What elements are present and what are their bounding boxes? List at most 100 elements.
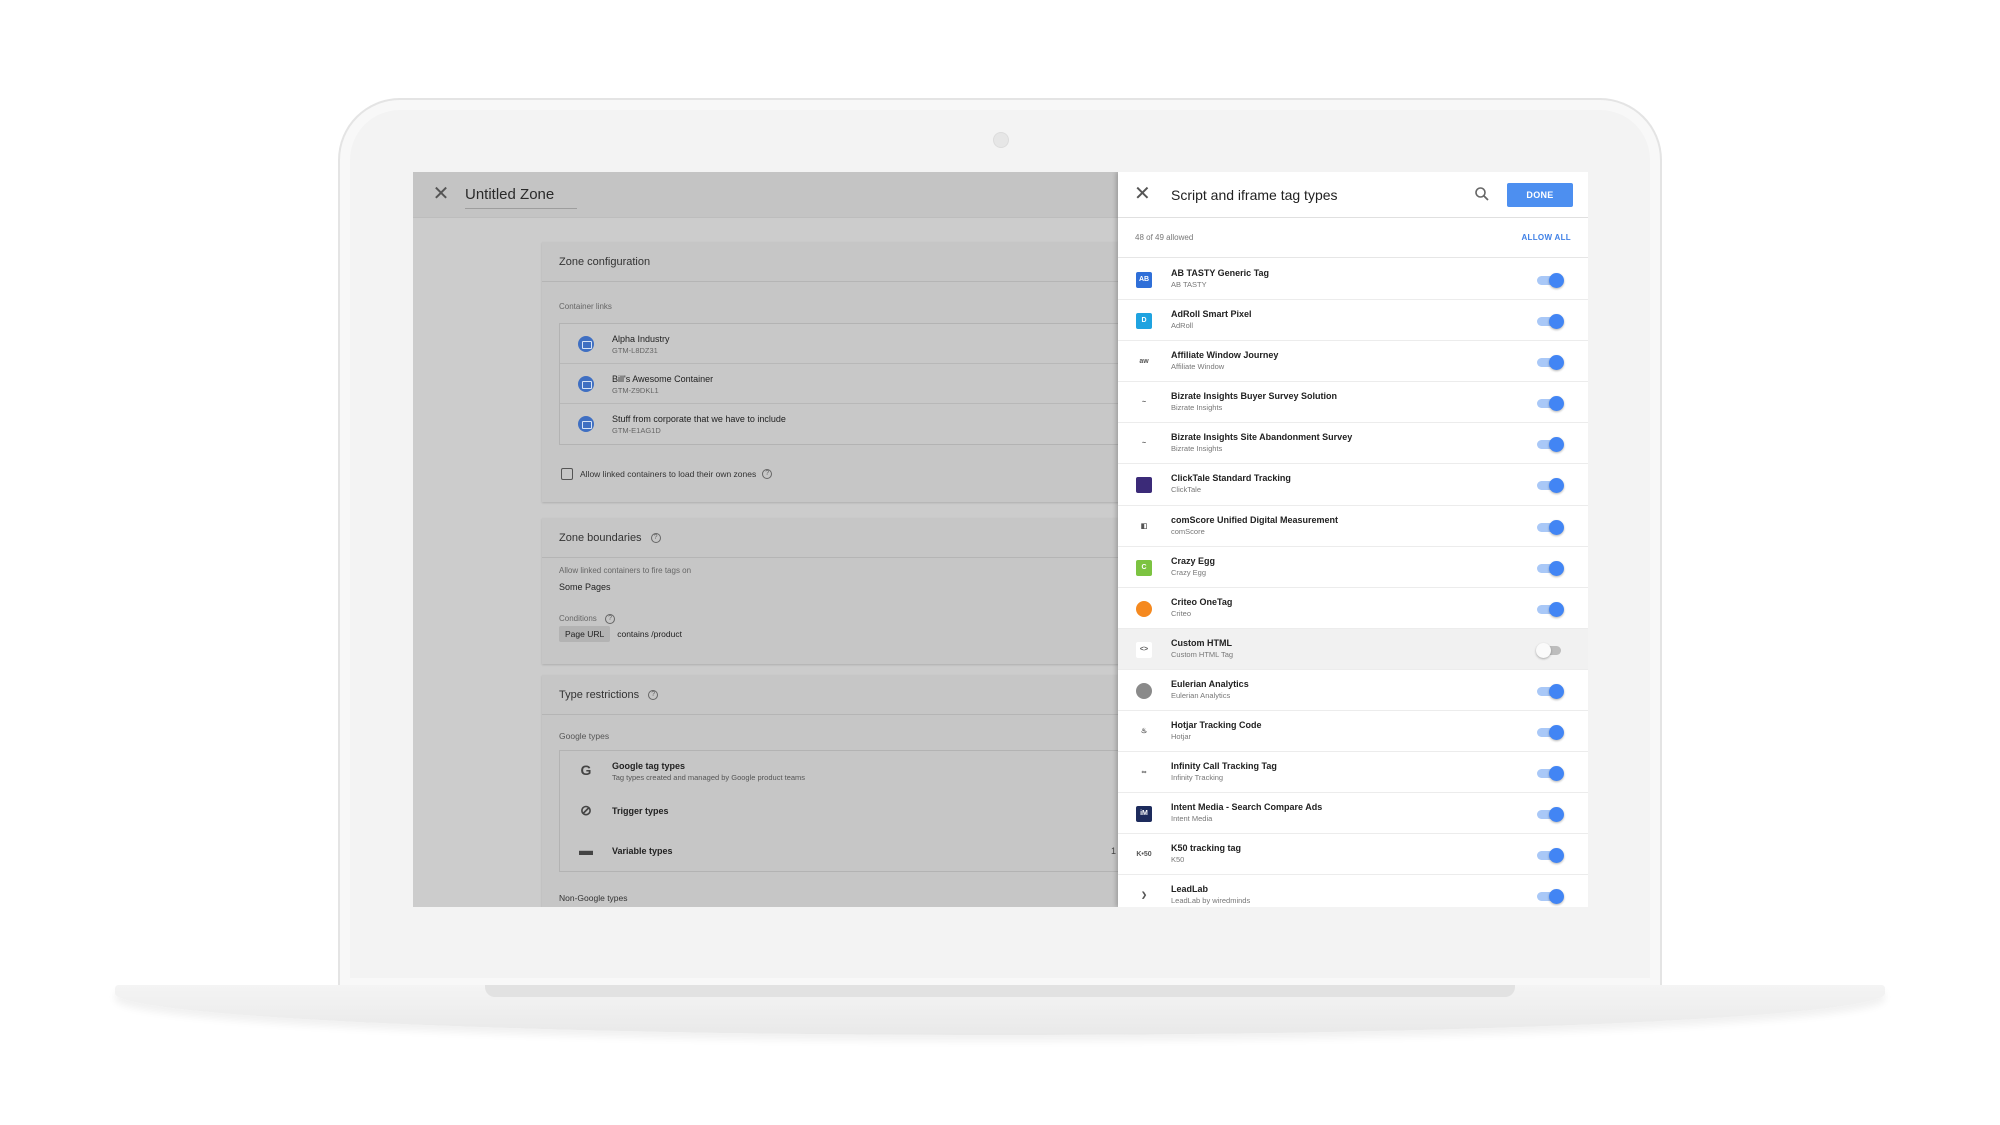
vendor-logo-icon: <> <box>1136 641 1152 658</box>
tag-type-name: Intent Media - Search Compare Ads <box>1171 802 1323 813</box>
tag-type-row[interactable]: iM Intent Media - Search Compare Ads Inten… <box>1118 793 1588 835</box>
conditions-label: Conditions ? <box>559 614 616 624</box>
help-icon[interactable]: ? <box>762 469 773 479</box>
type-row-variable-types[interactable]: ▬ Variable types 1 <box>560 831 1118 871</box>
vendor-logo-icon: aw <box>1136 354 1152 371</box>
tag-type-vendor: Hotjar <box>1171 732 1192 742</box>
container-link-row[interactable]: Alpha Industry GTM-L8DZ31 <box>560 324 1118 364</box>
container-link-row[interactable]: Stuff from corporate that we have to inc… <box>560 404 1118 444</box>
toggle-knob <box>1549 889 1564 905</box>
tag-types-panel: ✕ Script and iframe tag types DONE 48 of… <box>1118 172 1588 907</box>
tag-type-name: LeadLab <box>1171 884 1209 895</box>
allow-toggle[interactable] <box>1537 807 1564 823</box>
vendor-logo-icon: ♨ <box>1136 724 1152 741</box>
toggle-knob <box>1549 560 1564 576</box>
container-icon <box>578 376 594 392</box>
allow-toggle[interactable] <box>1537 601 1564 617</box>
tag-type-row[interactable]: aw Affiliate Window Journey Affiliate Wind… <box>1118 341 1588 383</box>
zone-boundaries-card: Zone boundaries ? Allow linked container… <box>542 518 1119 664</box>
allow-toggle[interactable] <box>1537 437 1564 453</box>
tag-type-name: Hotjar Tracking Code <box>1171 720 1262 731</box>
allow-toggle[interactable] <box>1537 848 1564 864</box>
allow-toggle[interactable] <box>1537 478 1564 494</box>
tag-type-row[interactable]: ❯ LeadLab LeadLab by wiredminds <box>1118 875 1588 907</box>
non-google-types-label: Non-Google types <box>559 893 628 903</box>
allowed-count-row: 48 of 49 allowed ALLOW ALL <box>1118 218 1588 258</box>
allow-toggle[interactable] <box>1537 766 1564 782</box>
tag-type-vendor: LeadLab by wiredminds <box>1171 896 1251 906</box>
type-restrictions-card: Type restrictions ? Google types G Googl… <box>542 675 1119 907</box>
allow-toggle[interactable] <box>1537 396 1564 412</box>
container-icon <box>578 336 594 352</box>
zone-boundaries-title: Zone boundaries <box>559 532 642 544</box>
tag-type-vendor: comScore <box>1171 526 1205 536</box>
tag-type-vendor: Bizrate Insights <box>1171 444 1223 454</box>
tag-type-row[interactable]: <> Custom HTML Custom HTML Tag <box>1118 628 1588 670</box>
close-icon[interactable]: ✕ <box>431 184 451 204</box>
tag-type-row[interactable]: AB AB TASTY Generic Tag AB TASTY <box>1118 259 1588 301</box>
google-g-icon: G <box>580 762 592 778</box>
zone-title-input[interactable]: Untitled Zone <box>465 186 577 209</box>
tag-type-row[interactable]: ◧ comScore Unified Digital Measurement com… <box>1118 506 1588 547</box>
toggle-knob <box>1549 848 1564 864</box>
vendor-logo-icon: ∞ <box>1136 765 1152 782</box>
tag-type-name: Infinity Call Tracking Tag <box>1171 761 1277 772</box>
container-name: Stuff from corporate that we have to inc… <box>612 414 786 424</box>
container-link-row[interactable]: Bill's Awesome Container GTM-Z9DKL1 <box>560 364 1118 404</box>
tag-type-name: AdRoll Smart Pixel <box>1171 309 1252 320</box>
toggle-knob <box>1549 314 1564 330</box>
allow-toggle[interactable] <box>1537 889 1564 905</box>
done-button[interactable]: DONE <box>1507 183 1573 207</box>
allow-toggle[interactable] <box>1536 642 1563 658</box>
type-row-google-tag-types[interactable]: G Google tag types Tag types created and… <box>560 751 1118 791</box>
allow-toggle[interactable] <box>1537 560 1564 576</box>
tag-type-row[interactable]: ♨ Hotjar Tracking Code Hotjar <box>1118 711 1588 753</box>
allow-toggle[interactable] <box>1537 519 1564 535</box>
allow-toggle[interactable] <box>1537 683 1564 699</box>
condition-row[interactable]: Page URL contains /product <box>559 626 682 642</box>
laptop-base-notch <box>485 985 1515 997</box>
allow-toggle[interactable] <box>1537 314 1564 330</box>
tag-type-row[interactable]: K•50 K50 tracking tag K50 <box>1118 834 1588 876</box>
vendor-logo-icon: iM <box>1136 806 1152 823</box>
tag-type-row[interactable]: ClickTale Standard Tracking ClickTale <box>1118 464 1588 506</box>
tag-type-row[interactable]: ∞ Infinity Call Tracking Tag Infinity Trac… <box>1118 752 1588 794</box>
toggle-knob <box>1549 519 1564 535</box>
vendor-logo-icon: ~ <box>1136 395 1152 412</box>
toggle-knob <box>1549 396 1564 412</box>
allow-toggle[interactable] <box>1537 273 1564 288</box>
zone-boundaries-value[interactable]: Some Pages <box>559 582 611 592</box>
container-name: Bill's Awesome Container <box>612 374 714 384</box>
zone-boundaries-header: Zone boundaries ? <box>542 518 1119 558</box>
trigger-icon: ⊘ <box>580 802 592 818</box>
toggle-knob <box>1549 437 1564 453</box>
tag-type-name: Criteo OneTag <box>1171 596 1233 607</box>
help-icon[interactable]: ? <box>605 614 616 624</box>
zone-configuration-header: Zone configuration <box>542 242 1119 282</box>
tag-type-row[interactable]: Eulerian Analytics Eulerian Analytics <box>1118 670 1588 712</box>
tag-type-row[interactable]: C Crazy Egg Crazy Egg <box>1118 547 1588 588</box>
tag-type-name: Eulerian Analytics <box>1171 678 1249 689</box>
allow-linked-zones-checkbox[interactable] <box>561 468 573 480</box>
search-icon[interactable] <box>1474 186 1490 202</box>
tag-type-row[interactable]: ~ Bizrate Insights Site Abandonment Surve… <box>1118 423 1588 465</box>
toggle-knob <box>1549 355 1564 371</box>
tag-type-vendor: Criteo <box>1171 608 1192 618</box>
vendor-logo-icon: D <box>1136 313 1152 330</box>
tag-type-row[interactable]: D AdRoll Smart Pixel AdRoll <box>1118 300 1588 342</box>
type-row-trigger-types[interactable]: ⊘ Trigger types <box>560 791 1118 831</box>
help-icon[interactable]: ? <box>650 533 661 544</box>
type-name: Variable types <box>612 846 673 856</box>
close-icon[interactable]: ✕ <box>1134 184 1151 204</box>
tag-type-name: ClickTale Standard Tracking <box>1171 473 1291 484</box>
panel-header: ✕ Script and iframe tag types DONE <box>1118 172 1588 218</box>
tag-type-row[interactable]: Criteo OneTag Criteo <box>1118 588 1588 629</box>
tag-type-name: Affiliate Window Journey <box>1171 350 1279 361</box>
help-icon[interactable]: ? <box>648 690 659 701</box>
allow-toggle[interactable] <box>1537 355 1564 371</box>
type-name: Trigger types <box>612 806 669 816</box>
tag-type-vendor: Infinity Tracking <box>1171 773 1224 783</box>
tag-type-row[interactable]: ~ Bizrate Insights Buyer Survey Solution B… <box>1118 382 1588 424</box>
allow-all-button[interactable]: ALLOW ALL <box>1521 233 1571 242</box>
allow-toggle[interactable] <box>1537 725 1564 741</box>
